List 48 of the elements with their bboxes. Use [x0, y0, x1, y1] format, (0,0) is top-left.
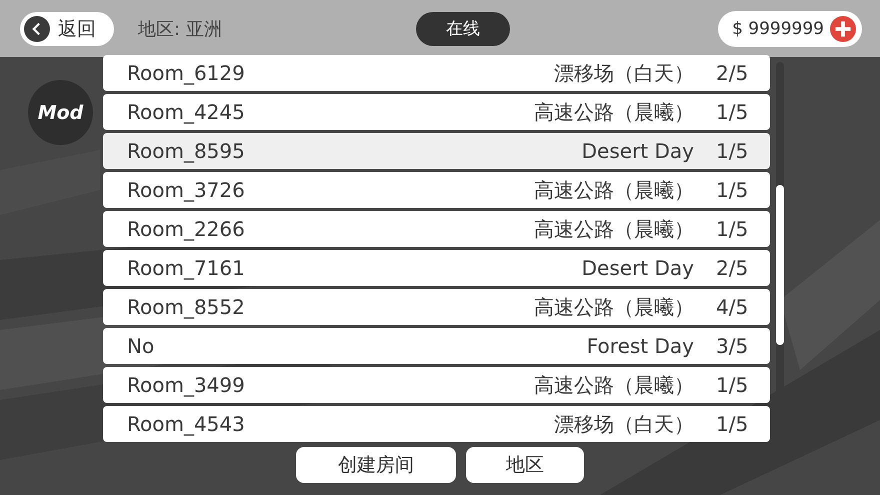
back-button[interactable]: 返回 [20, 12, 114, 46]
room-map: 高速公路（晨曦） [534, 176, 694, 204]
player-count: 4/5 [716, 295, 746, 319]
player-count: 3/5 [716, 334, 746, 358]
region-label: 地区: 亚洲 [138, 18, 223, 40]
room-name: Room_3726 [127, 178, 246, 202]
add-icon[interactable] [830, 16, 856, 42]
room-map: 漂移场（白天） [554, 410, 694, 438]
room-name: Room_8595 [127, 139, 246, 163]
room-name: Room_8552 [127, 295, 246, 319]
room-name: Room_4543 [127, 412, 246, 436]
money-amount: $ 9999999 [732, 18, 824, 38]
room-row[interactable]: Room_2266 高速公路（晨曦） 1/5 [103, 211, 770, 247]
room-name: Room_4245 [127, 100, 246, 124]
player-count: 1/5 [716, 100, 746, 124]
room-row[interactable]: Room_4543 漂移场（白天） 1/5 [103, 406, 770, 442]
player-count: 1/5 [716, 139, 746, 163]
room-name: Room_3499 [127, 373, 246, 397]
room-name: Room_6129 [127, 61, 246, 85]
room-row[interactable]: Room_3499 高速公路（晨曦） 1/5 [103, 367, 770, 403]
room-map: Desert Day [582, 139, 694, 163]
action-button[interactable]: 创建房间 [296, 447, 456, 483]
online-tab[interactable]: 在线 [416, 12, 510, 46]
room-map: 高速公路（晨曦） [534, 294, 694, 320]
room-row[interactable]: No Forest Day 3/5 [103, 328, 770, 364]
room-row[interactable]: Room_3726 高速公路（晨曦） 1/5 [103, 172, 770, 208]
player-count: 1/5 [716, 412, 746, 436]
back-icon [24, 16, 50, 42]
room-map: Desert Day [582, 256, 694, 280]
player-count: 1/5 [716, 373, 746, 397]
room-map: 高速公路（晨曦） [534, 98, 694, 126]
room-map: 漂移场（白天） [554, 60, 694, 86]
room-row[interactable]: Room_8595 Desert Day 1/5 [103, 133, 770, 169]
room-row[interactable]: Room_8552 高速公路（晨曦） 4/5 [103, 289, 770, 325]
room-map: 高速公路（晨曦） [534, 372, 694, 398]
room-row[interactable]: Room_6129 漂移场（白天） 2/5 [103, 55, 770, 91]
room-name: Room_7161 [127, 256, 246, 280]
action-button[interactable]: 地区 [466, 447, 584, 483]
room-map: 高速公路（晨曦） [534, 216, 694, 242]
player-count: 2/5 [716, 256, 746, 280]
room-row[interactable]: Room_4245 高速公路（晨曦） 1/5 [103, 94, 770, 130]
player-count: 1/5 [716, 178, 746, 202]
room-map: Forest Day [586, 334, 694, 358]
player-count: 2/5 [716, 61, 746, 85]
player-count: 1/5 [716, 217, 746, 241]
room-name: No [127, 334, 156, 358]
room-name: Room_2266 [127, 217, 246, 241]
room-row[interactable]: Room_7161 Desert Day 2/5 [103, 250, 770, 286]
